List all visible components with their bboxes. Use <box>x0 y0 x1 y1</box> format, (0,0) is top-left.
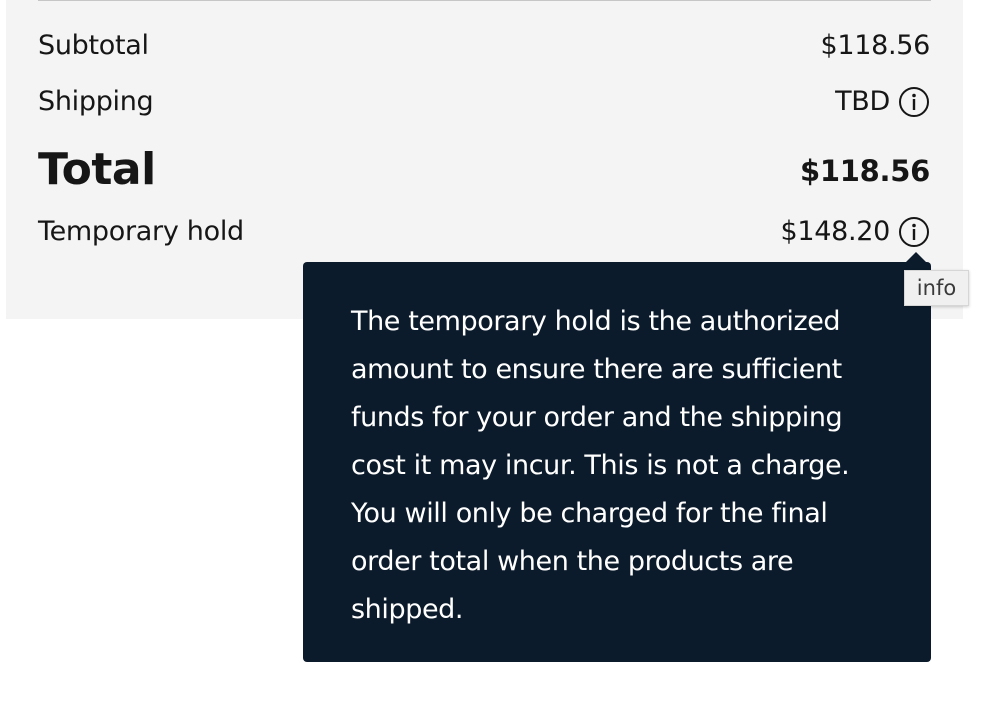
info-icon[interactable] <box>898 216 930 248</box>
total-value: $118.56 <box>800 154 930 188</box>
tooltip-line: cost it may incur. This is not a charge. <box>351 450 850 481</box>
temporary-hold-label: Temporary hold <box>38 216 244 247</box>
total-label: Total <box>38 144 156 195</box>
temporary-hold-tooltip: The temporary hold is the authorized amo… <box>303 262 931 662</box>
shipping-label: Shipping <box>38 86 154 117</box>
tooltip-line: You will only be charged for the final <box>351 498 828 529</box>
tooltip-line: shipped. <box>351 594 464 625</box>
temporary-hold-value: $148.20 <box>780 216 930 248</box>
temporary-hold-amount: $148.20 <box>780 216 890 247</box>
shipping-amount: TBD <box>835 86 890 117</box>
info-icon[interactable] <box>898 86 930 118</box>
subtotal-label: Subtotal <box>38 30 149 61</box>
browser-tooltip: info <box>904 270 969 306</box>
shipping-value: TBD <box>835 86 930 118</box>
tooltip-line: The temporary hold is the authorized <box>351 306 841 337</box>
subtotal-value: $118.56 <box>820 30 930 62</box>
tooltip-line: amount to ensure there are sufficient <box>351 354 842 385</box>
tooltip-line: order total when the products are <box>351 546 794 577</box>
tooltip-line: funds for your order and the shipping <box>351 402 843 433</box>
order-summary-page: Subtotal $118.56 Shipping TBD Total $118… <box>0 0 1006 706</box>
divider <box>38 0 931 1</box>
subtotal-amount: $118.56 <box>820 30 930 61</box>
